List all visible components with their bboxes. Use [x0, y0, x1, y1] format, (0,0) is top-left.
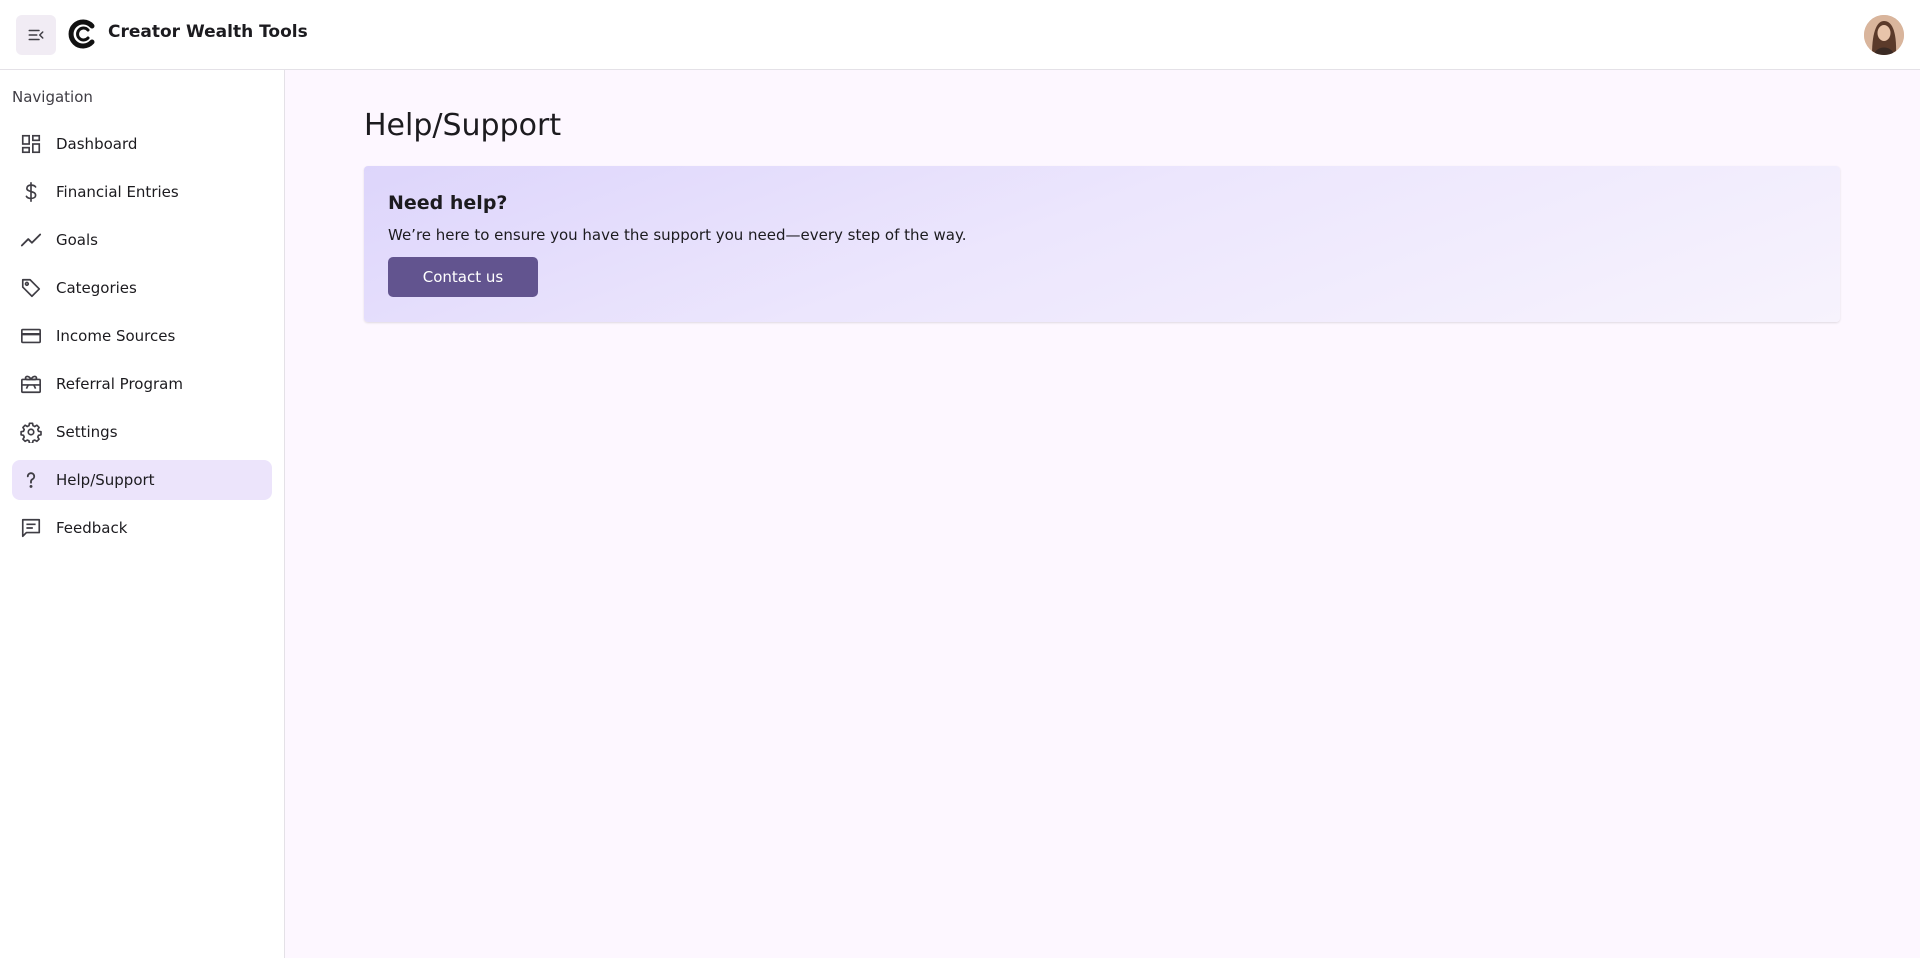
brand-logo-icon [68, 19, 95, 49]
user-avatar[interactable] [1864, 15, 1904, 55]
card-title: Need help? [388, 192, 508, 214]
gift-card-icon [20, 373, 42, 395]
top-app-bar: Creator Wealth Tools [0, 0, 1920, 70]
menu-collapse-icon [28, 29, 44, 41]
nav-heading: Navigation [12, 88, 93, 106]
sidebar-item-income-sources[interactable]: Income Sources [12, 316, 272, 356]
sidebar-item-label: Financial Entries [56, 183, 179, 201]
avatar-image [1864, 15, 1904, 55]
main-content: Help/Support Need help? We’re here to en… [286, 70, 1920, 958]
sidebar-item-referral-program[interactable]: Referral Program [12, 364, 272, 404]
tag-icon [20, 277, 42, 299]
contact-us-button[interactable]: Contact us [388, 257, 538, 297]
question-icon [20, 469, 42, 491]
menu-toggle-button[interactable] [16, 15, 56, 55]
sidebar-item-label: Referral Program [56, 375, 183, 393]
sidebar-item-financial-entries[interactable]: Financial Entries [12, 172, 272, 212]
sidebar-item-dashboard[interactable]: Dashboard [12, 124, 272, 164]
dashboard-icon [20, 133, 42, 155]
sidebar-item-label: Categories [56, 279, 137, 297]
sidebar-item-label: Settings [56, 423, 118, 441]
sidebar-item-label: Goals [56, 231, 98, 249]
sidebar-item-categories[interactable]: Categories [12, 268, 272, 308]
sidebar-item-label: Income Sources [56, 327, 176, 345]
help-card: Need help? We’re here to ensure you have… [364, 166, 1840, 322]
sidebar-item-label: Help/Support [56, 471, 155, 489]
app-title: Creator Wealth Tools [108, 22, 308, 42]
sidebar-item-settings[interactable]: Settings [12, 412, 272, 452]
nav-list: Dashboard Financial Entries Goals Catego… [12, 124, 272, 556]
page-title: Help/Support [364, 108, 562, 143]
sidebar-item-feedback[interactable]: Feedback [12, 508, 272, 548]
sidebar: Navigation Dashboard Financial Entries G… [0, 70, 285, 958]
sidebar-item-label: Feedback [56, 519, 128, 537]
trending-up-icon [20, 229, 42, 251]
sidebar-item-goals[interactable]: Goals [12, 220, 272, 260]
feedback-icon [20, 517, 42, 539]
dollar-icon [20, 181, 42, 203]
sidebar-item-label: Dashboard [56, 135, 138, 153]
card-description: We’re here to ensure you have the suppor… [388, 226, 967, 244]
gear-icon [20, 421, 42, 443]
sidebar-item-help-support[interactable]: Help/Support [12, 460, 272, 500]
credit-card-icon [20, 325, 42, 347]
